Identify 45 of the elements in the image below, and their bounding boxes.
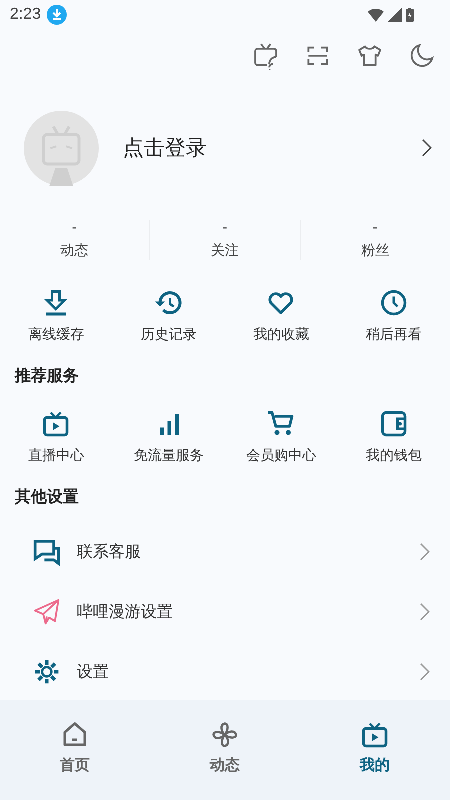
shortcut-button[interactable]: 我的钱包 (338, 409, 450, 465)
nav-tab[interactable]: 首页 (0, 700, 150, 800)
shortcut-button[interactable]: 免流量服务 (112, 409, 225, 465)
tv-cast-icon[interactable] (252, 42, 280, 70)
section-title: 推荐服务 (14, 366, 80, 387)
stat-label[interactable]: 粉丝 (361, 242, 390, 260)
login-row[interactable]: 点击登录 (0, 110, 450, 186)
stat-value: - (72, 220, 78, 236)
stat-value: - (222, 220, 228, 236)
moon-icon[interactable] (408, 42, 436, 70)
shortcut-button[interactable]: 离线缓存 (0, 288, 112, 344)
section-title: 其他设置 (14, 487, 80, 508)
nav-tab[interactable]: 动态 (150, 700, 300, 800)
download-notification-icon (47, 5, 68, 25)
shortcut-button[interactable]: 稍后再看 (338, 288, 450, 344)
status-time: 2:23 (10, 6, 42, 24)
shortcut-button[interactable]: 会员购中心 (225, 409, 338, 465)
login-label: 点击登录 (123, 135, 208, 162)
row-label: 设置 (77, 662, 110, 682)
wifi-icon (368, 8, 384, 22)
chevron-right-icon (420, 603, 430, 621)
stat-label[interactable]: 动态 (60, 242, 89, 260)
settings-row[interactable]: 哔哩漫游设置 (0, 582, 450, 642)
tv-icon (41, 409, 72, 439)
settings-row[interactable]: 联系客服 (0, 522, 450, 582)
row-label: 联系客服 (77, 542, 142, 562)
clock-icon (378, 288, 409, 318)
paper-plane-icon (33, 598, 61, 626)
shortcut-button[interactable]: 我的收藏 (225, 288, 338, 344)
chat-icon (33, 538, 61, 566)
battery-icon (406, 8, 414, 22)
stat-label[interactable]: 关注 (210, 242, 239, 260)
nav-tab[interactable]: 我的 (300, 700, 450, 800)
shortcut-button[interactable]: 直播中心 (0, 409, 112, 465)
settings-row[interactable]: 设置 (0, 642, 450, 702)
stat-value: - (372, 220, 378, 236)
tv-icon (360, 720, 390, 750)
row-label: 哔哩漫游设置 (77, 602, 174, 622)
chevron-right-icon (422, 139, 432, 157)
shortcut-button[interactable]: 历史记录 (112, 288, 225, 344)
signal-icon (388, 8, 402, 22)
pinwheel-icon (210, 720, 240, 750)
chevron-right-icon (420, 543, 430, 561)
wallet-icon (378, 409, 409, 439)
chevron-right-icon (420, 663, 430, 681)
